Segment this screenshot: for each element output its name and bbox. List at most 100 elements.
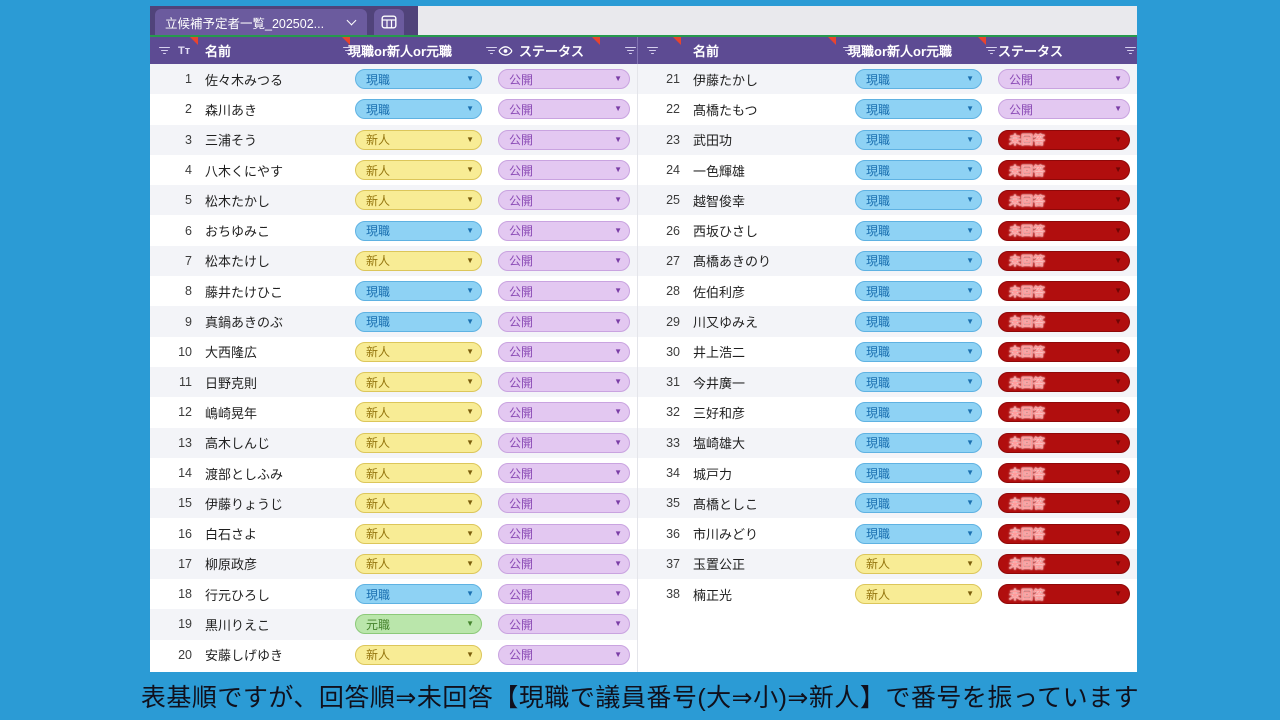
row-number[interactable]: 25 xyxy=(646,193,680,207)
candidate-name[interactable]: 大西隆広 xyxy=(205,342,355,361)
status-select[interactable]: 公開 ▼ xyxy=(498,190,630,210)
candidate-name[interactable]: 越智俊幸 xyxy=(693,191,855,210)
role-select[interactable]: 現職 ▼ xyxy=(855,160,982,180)
candidate-name[interactable]: 松木たかし xyxy=(205,191,355,210)
candidate-name[interactable]: 行元ひろし xyxy=(205,585,355,604)
row-number[interactable]: 30 xyxy=(646,345,680,359)
row-number[interactable]: 7 xyxy=(158,254,192,268)
status-select[interactable]: 公開 ▼ xyxy=(998,69,1130,89)
row-number[interactable]: 21 xyxy=(646,72,680,86)
candidate-name[interactable]: 伊藤りょうじ xyxy=(205,494,355,513)
status-select[interactable]: 未回答 ▼ xyxy=(998,281,1130,301)
status-select[interactable]: 未回答 ▼ xyxy=(998,554,1130,574)
candidate-name[interactable]: 三好和彦 xyxy=(693,403,855,422)
candidate-name[interactable]: 髙橋たもつ xyxy=(693,100,855,119)
row-number[interactable]: 5 xyxy=(158,193,192,207)
row-number[interactable]: 29 xyxy=(646,315,680,329)
row-number[interactable]: 20 xyxy=(158,648,192,662)
candidate-name[interactable]: 森川あき xyxy=(205,100,355,119)
candidate-name[interactable]: 松本たけし xyxy=(205,251,355,270)
status-select[interactable]: 未回答 ▼ xyxy=(998,160,1130,180)
role-select[interactable]: 新人 ▼ xyxy=(355,160,482,180)
role-select[interactable]: 新人 ▼ xyxy=(355,342,482,362)
role-select[interactable]: 新人 ▼ xyxy=(355,402,482,422)
role-select[interactable]: 現職 ▼ xyxy=(855,342,982,362)
role-select[interactable]: 現職 ▼ xyxy=(355,584,482,604)
status-select[interactable]: 未回答 ▼ xyxy=(998,221,1130,241)
candidate-name[interactable]: 市川みどり xyxy=(693,524,855,543)
row-number[interactable]: 14 xyxy=(158,466,192,480)
header-role-cell[interactable]: 現職or新人or元職 xyxy=(355,41,498,60)
candidate-name[interactable]: 西坂ひさし xyxy=(693,221,855,240)
candidate-name[interactable]: 柳原政彦 xyxy=(205,554,355,573)
candidate-name[interactable]: 白石さよ xyxy=(205,524,355,543)
status-select[interactable]: 未回答 ▼ xyxy=(998,402,1130,422)
status-select[interactable]: 未回答 ▼ xyxy=(998,524,1130,544)
role-select[interactable]: 新人 ▼ xyxy=(855,554,982,574)
status-select[interactable]: 公開 ▼ xyxy=(998,99,1130,119)
role-select[interactable]: 現職 ▼ xyxy=(855,524,982,544)
status-select[interactable]: 公開 ▼ xyxy=(498,645,630,665)
row-number[interactable]: 1 xyxy=(158,72,192,86)
status-select[interactable]: 公開 ▼ xyxy=(498,69,630,89)
candidate-name[interactable]: 井上浩二 xyxy=(693,342,855,361)
status-select[interactable]: 公開 ▼ xyxy=(498,584,630,604)
row-number[interactable]: 3 xyxy=(158,133,192,147)
header-status-cell[interactable]: ステータス xyxy=(498,41,637,60)
role-select[interactable]: 新人 ▼ xyxy=(355,372,482,392)
row-number[interactable]: 24 xyxy=(646,163,680,177)
row-number[interactable]: 31 xyxy=(646,375,680,389)
row-number[interactable]: 10 xyxy=(158,345,192,359)
filter-icon[interactable] xyxy=(646,45,659,56)
header-name-cell[interactable]: 名前 xyxy=(693,41,855,60)
candidate-name[interactable]: おちゆみこ xyxy=(205,221,355,240)
status-select[interactable]: 公開 ▼ xyxy=(498,614,630,634)
status-select[interactable]: 未回答 ▼ xyxy=(998,130,1130,150)
role-select[interactable]: 現職 ▼ xyxy=(355,69,482,89)
status-select[interactable]: 公開 ▼ xyxy=(498,281,630,301)
row-number[interactable]: 23 xyxy=(646,133,680,147)
role-select[interactable]: 現職 ▼ xyxy=(855,372,982,392)
role-select[interactable]: 新人 ▼ xyxy=(355,463,482,483)
candidate-name[interactable]: 楠正光 xyxy=(693,585,855,604)
candidate-name[interactable]: 佐伯利彦 xyxy=(693,282,855,301)
row-number[interactable]: 19 xyxy=(158,617,192,631)
candidate-name[interactable]: 髙橋としこ xyxy=(693,494,855,513)
row-number[interactable]: 15 xyxy=(158,496,192,510)
status-select[interactable]: 未回答 ▼ xyxy=(998,342,1130,362)
status-select[interactable]: 未回答 ▼ xyxy=(998,312,1130,332)
status-select[interactable]: 公開 ▼ xyxy=(498,463,630,483)
row-number[interactable]: 9 xyxy=(158,315,192,329)
status-select[interactable]: 公開 ▼ xyxy=(498,342,630,362)
role-select[interactable]: 現職 ▼ xyxy=(855,130,982,150)
status-select[interactable]: 公開 ▼ xyxy=(498,221,630,241)
role-select[interactable]: 現職 ▼ xyxy=(355,281,482,301)
filter-icon[interactable] xyxy=(985,45,998,56)
role-select[interactable]: 新人 ▼ xyxy=(355,645,482,665)
status-select[interactable]: 未回答 ▼ xyxy=(998,190,1130,210)
role-select[interactable]: 現職 ▼ xyxy=(855,463,982,483)
row-number[interactable]: 36 xyxy=(646,527,680,541)
status-select[interactable]: 公開 ▼ xyxy=(498,160,630,180)
status-select[interactable]: 公開 ▼ xyxy=(498,402,630,422)
status-select[interactable]: 未回答 ▼ xyxy=(998,463,1130,483)
row-number[interactable]: 34 xyxy=(646,466,680,480)
candidate-name[interactable]: 黒川りえこ xyxy=(205,615,355,634)
candidate-name[interactable]: 一色輝雄 xyxy=(693,161,855,180)
candidate-name[interactable]: 武田功 xyxy=(693,130,855,149)
candidate-name[interactable]: 三浦そう xyxy=(205,130,355,149)
status-select[interactable]: 公開 ▼ xyxy=(498,251,630,271)
status-select[interactable]: 公開 ▼ xyxy=(498,433,630,453)
row-number[interactable]: 17 xyxy=(158,557,192,571)
row-number[interactable]: 11 xyxy=(158,375,192,389)
row-number[interactable]: 18 xyxy=(158,587,192,601)
status-select[interactable]: 公開 ▼ xyxy=(498,524,630,544)
row-number[interactable]: 33 xyxy=(646,436,680,450)
role-select[interactable]: 新人 ▼ xyxy=(355,554,482,574)
candidate-name[interactable]: 玉置公正 xyxy=(693,554,855,573)
role-select[interactable]: 新人 ▼ xyxy=(355,251,482,271)
status-select[interactable]: 未回答 ▼ xyxy=(998,433,1130,453)
filter-icon[interactable] xyxy=(1124,45,1137,56)
row-number[interactable]: 4 xyxy=(158,163,192,177)
candidate-name[interactable]: 塩崎雄大 xyxy=(693,433,855,452)
